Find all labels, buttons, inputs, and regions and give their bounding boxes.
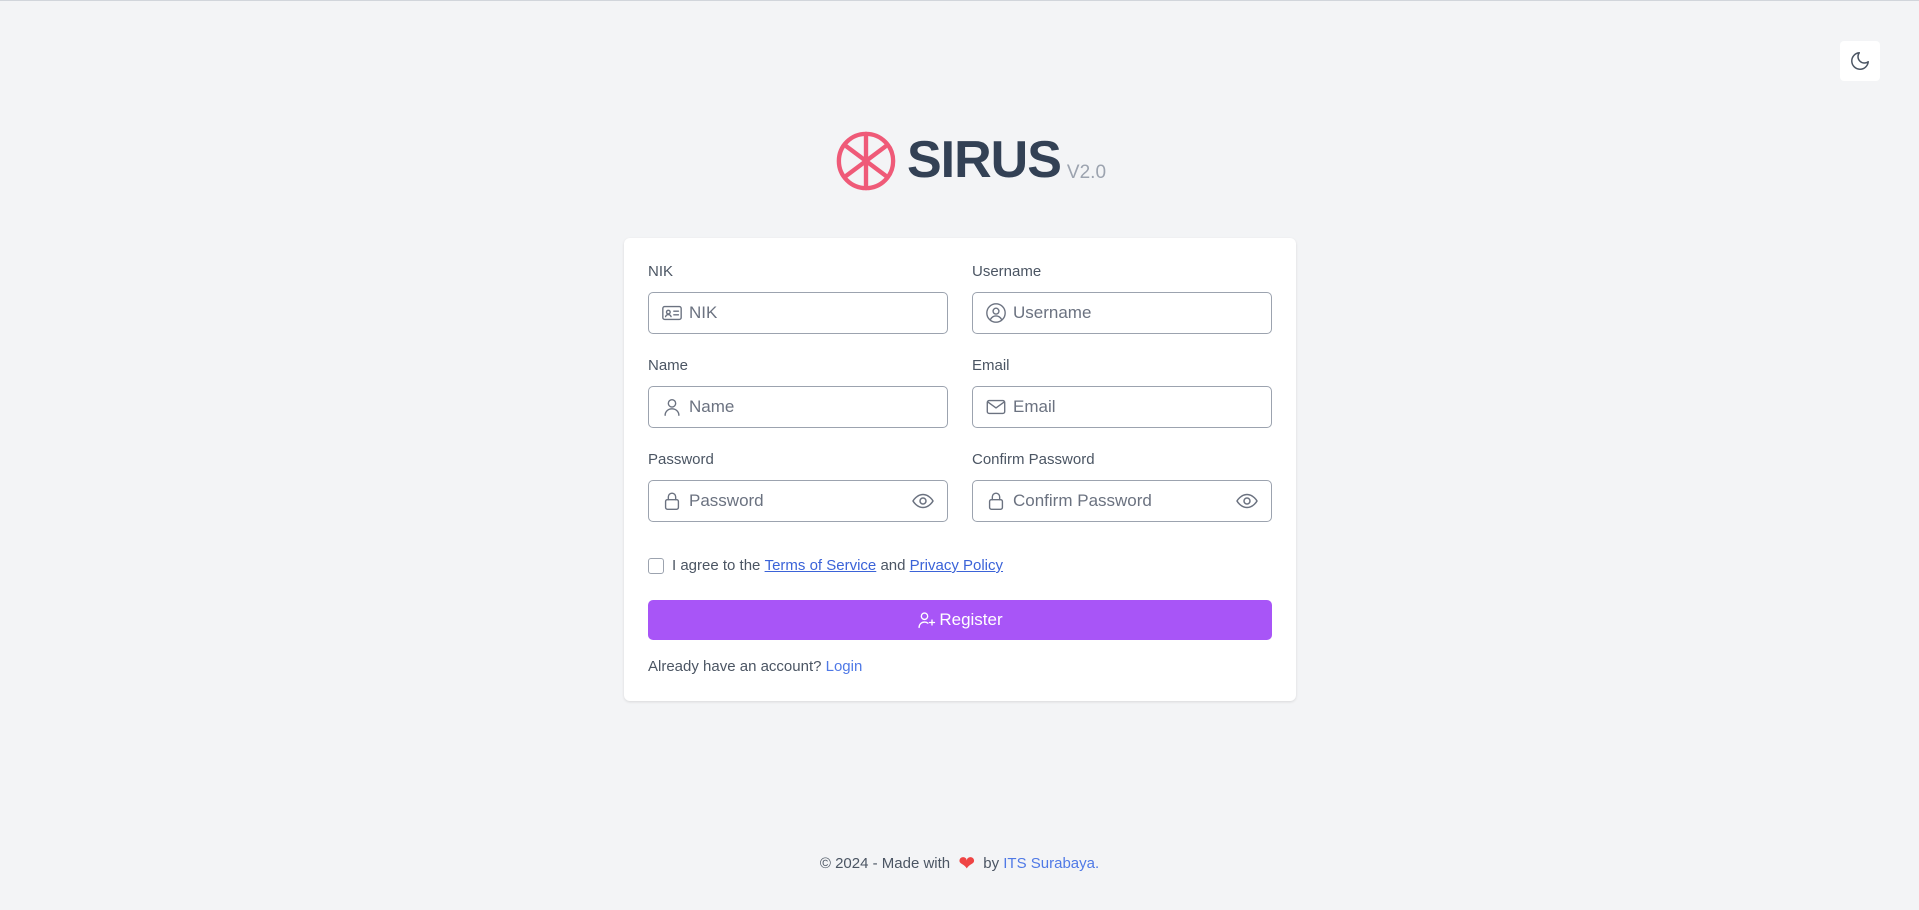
footer-by: by [983, 855, 1000, 872]
confirm-password-input-wrap[interactable] [972, 480, 1272, 522]
name-input-wrap[interactable] [648, 386, 948, 428]
id-card-icon [662, 305, 682, 321]
username-input-wrap[interactable] [972, 292, 1272, 334]
email-input[interactable] [1013, 397, 1259, 417]
register-card: NIK Username Name [624, 238, 1296, 701]
confirm-password-field-group: Confirm Password [972, 451, 1272, 522]
privacy-policy-link[interactable]: Privacy Policy [910, 557, 1003, 574]
password-input[interactable] [689, 491, 911, 511]
terms-of-service-link[interactable]: Terms of Service [765, 557, 877, 574]
nik-input[interactable] [689, 303, 935, 323]
theme-toggle-button[interactable] [1840, 41, 1880, 81]
moon-icon [1851, 52, 1869, 70]
password-input-wrap[interactable] [648, 480, 948, 522]
user-plus-icon [918, 612, 936, 629]
username-input[interactable] [1013, 303, 1259, 323]
footer-org-link[interactable]: ITS Surabaya. [1003, 855, 1099, 872]
agree-middle: and [876, 557, 910, 574]
email-field-group: Email [972, 357, 1272, 428]
footer: © 2024 - Made with ❤ by ITS Surabaya. [0, 851, 1919, 876]
confirm-password-input[interactable] [1013, 491, 1235, 511]
name-input[interactable] [689, 397, 935, 417]
user-circle-icon [986, 303, 1006, 323]
nik-label: NIK [648, 263, 674, 280]
username-field-group: Username [972, 263, 1272, 334]
password-field-group: Password [648, 451, 948, 522]
nik-field-group: NIK [648, 263, 948, 334]
sirus-logo-icon [836, 131, 896, 191]
eye-icon[interactable] [1235, 489, 1259, 513]
name-field-group: Name [648, 357, 948, 428]
brand-version: V2.0 [1066, 162, 1107, 183]
username-label: Username [972, 263, 1042, 280]
login-prompt: Already have an account? [648, 658, 826, 675]
email-input-wrap[interactable] [972, 386, 1272, 428]
email-label: Email [972, 357, 1010, 374]
brand: SIRUS V2.0 [835, 128, 1106, 192]
lock-icon [664, 492, 680, 510]
confirm-password-label: Confirm Password [972, 451, 1095, 468]
brand-name: SIRUS [907, 131, 1062, 189]
mail-icon [986, 399, 1006, 415]
register-button[interactable]: Register [648, 600, 1272, 640]
agree-row: I agree to the Terms of Service and Priv… [648, 557, 1003, 574]
register-label: Register [939, 610, 1003, 629]
login-prompt-row: Already have an account? Login [648, 658, 862, 675]
name-label: Name [648, 357, 689, 374]
password-label: Password [648, 451, 714, 468]
user-icon [664, 398, 680, 416]
agree-checkbox[interactable] [648, 557, 664, 574]
eye-icon[interactable] [911, 489, 935, 513]
lock-icon [988, 492, 1004, 510]
agree-prefix: I agree to the [672, 557, 765, 574]
login-link[interactable]: Login [826, 658, 863, 675]
footer-prefix: © 2024 - Made with [819, 855, 951, 872]
nik-input-wrap[interactable] [648, 292, 948, 334]
heart-icon: ❤ [958, 853, 976, 875]
